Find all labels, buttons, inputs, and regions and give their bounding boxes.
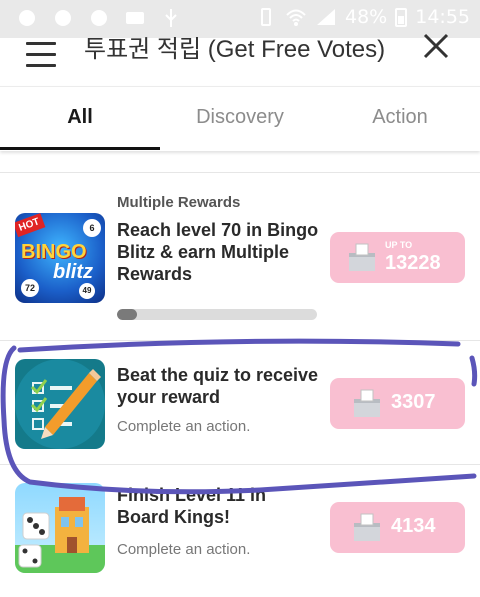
wifi-icon (286, 9, 306, 26)
progress-fill (117, 309, 137, 320)
reward-button[interactable]: UP TO 13228 (330, 232, 465, 283)
quiz-checklist-icon (15, 359, 105, 449)
reward-prefix: UP TO (385, 240, 413, 250)
battery-icon (395, 8, 408, 27)
offer-progress-bar (117, 309, 317, 320)
close-icon[interactable] (422, 32, 450, 60)
clock: 14:55 (415, 6, 470, 28)
hot-badge: HOT (15, 213, 46, 238)
reward-amount: 3307 (391, 391, 436, 413)
tab-indicator (0, 147, 160, 150)
offer-category: Multiple Rewards (117, 194, 241, 211)
reward-button[interactable]: 3307 (330, 378, 465, 429)
voicemail-icon (126, 12, 144, 24)
reward-amount: 13228 (385, 252, 441, 274)
menu-button[interactable] (26, 42, 56, 72)
tab-action[interactable]: Action (320, 87, 480, 149)
menu-icon (26, 42, 56, 45)
offer-row-bingo-blitz[interactable]: HOT BINGO blitz 6 72 49 Multiple Rewards… (0, 172, 480, 341)
notification-icon (55, 10, 71, 26)
tab-bar: All Discovery Action (0, 86, 480, 151)
notification-icon (19, 10, 35, 26)
reward-amount: 4134 (391, 515, 436, 537)
offer-row-board-kings[interactable]: Finish Level 11 in Board Kings! Complete… (0, 464, 480, 590)
vibrate-icon (261, 8, 271, 26)
notification-icon (91, 10, 107, 26)
page-title: 투표권 적립 (Get Free Votes) (84, 36, 386, 63)
ballot-box-icon (354, 513, 380, 541)
offer-subtitle: Complete an action. (117, 541, 251, 558)
offer-title: Beat the quiz to receive your reward (117, 365, 319, 407)
battery-percent: 48% (345, 6, 388, 28)
app-bar: 투표권 적립 (Get Free Votes) (0, 33, 480, 86)
offer-subtitle: Complete an action. (117, 418, 251, 435)
reward-button[interactable]: 4134 (330, 502, 465, 553)
usb-icon (165, 9, 177, 27)
tab-all[interactable]: All (0, 87, 160, 149)
board-kings-icon (15, 483, 105, 573)
offer-title: Finish Level 11 in Board Kings! (117, 485, 267, 527)
offer-row-quiz[interactable]: Beat the quiz to receive your reward Com… (0, 340, 480, 465)
ballot-box-icon (354, 389, 380, 417)
offer-title: Reach level 70 in Bingo Blitz & earn Mul… (117, 220, 319, 284)
bingo-blitz-icon: HOT BINGO blitz 6 72 49 (15, 213, 105, 303)
tab-discovery[interactable]: Discovery (160, 87, 320, 149)
signal-icon (317, 9, 335, 25)
ballot-box-icon (349, 243, 375, 271)
